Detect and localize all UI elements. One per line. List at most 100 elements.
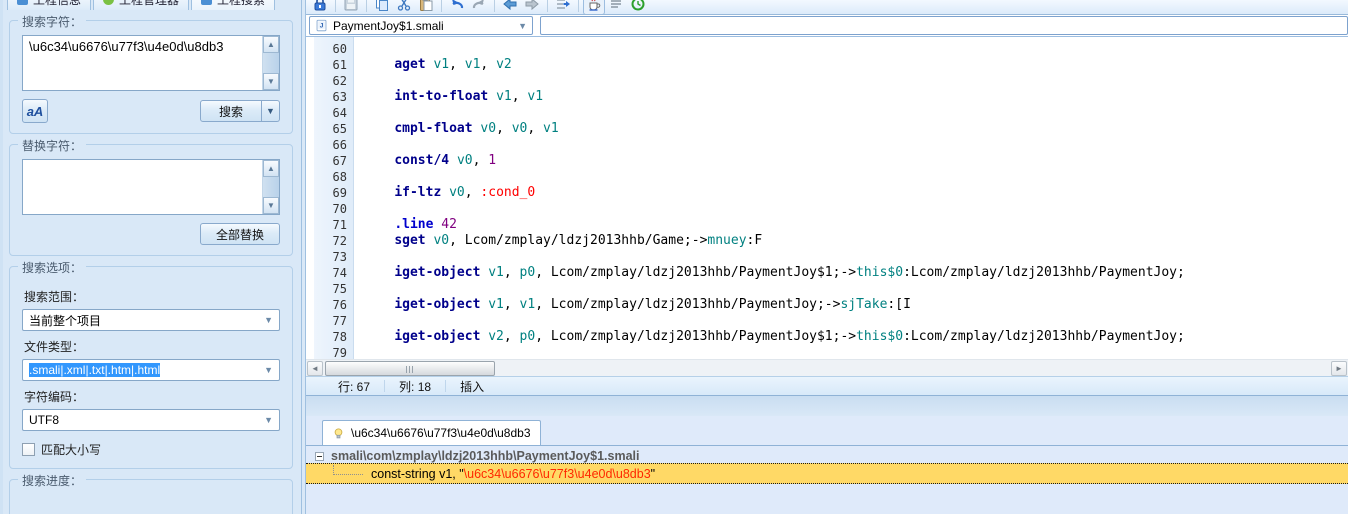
open-file-name: PaymentJoy$1.smali <box>333 18 444 33</box>
code-line[interactable]: 64 <box>306 105 1348 121</box>
replace-input-scrollbar[interactable] <box>262 160 279 214</box>
file-type-select[interactable]: .smali|.xml|.txt|.htm|.html <box>22 359 280 381</box>
code-line[interactable]: 66 <box>306 137 1348 153</box>
tab-project-search[interactable]: 工程搜索 <box>191 0 276 10</box>
paste-icon[interactable] <box>415 0 437 14</box>
replace-all-button[interactable]: 全部替换 <box>200 223 280 245</box>
status-column: 列: 18 <box>399 379 432 394</box>
match-case-checkbox[interactable] <box>22 443 35 456</box>
scrollbar-track[interactable] <box>263 53 279 73</box>
toolbar-separator <box>494 0 495 12</box>
encoding-select[interactable]: UTF8 <box>22 409 280 431</box>
code-line[interactable]: 74 iget-object v1, p0, Lcom/zmplay/ldzj2… <box>306 265 1348 281</box>
undo-icon[interactable] <box>446 0 468 14</box>
code-line[interactable]: 70 <box>306 201 1348 217</box>
code-line[interactable]: 67 const/4 v0, 1 <box>306 153 1348 169</box>
redo-icon[interactable] <box>468 0 490 14</box>
line-number: 77 <box>332 314 347 328</box>
tab-label: 工程管理器 <box>119 0 179 8</box>
scroll-down-icon[interactable] <box>263 197 279 214</box>
code-line[interactable]: 77 <box>306 313 1348 329</box>
scroll-up-icon[interactable] <box>263 160 279 177</box>
project-search-sidebar: 工程信息 工程管理器 工程搜索 搜索字符： \u6c34\u6676\u77f3… <box>0 0 302 514</box>
line-number: 76 <box>332 298 347 312</box>
code-line[interactable]: 79 <box>306 345 1348 359</box>
back-icon[interactable] <box>499 0 521 14</box>
code-line[interactable]: 60 <box>306 41 1348 57</box>
open-file-combo[interactable]: J PaymentJoy$1.smali <box>309 16 533 35</box>
results-splitter[interactable] <box>306 395 1348 416</box>
line-number: 61 <box>332 58 347 72</box>
code-line[interactable]: 75 <box>306 281 1348 297</box>
editor-panel: J PaymentJoy$1.smali 6061 aget v1, v1, v… <box>305 0 1348 514</box>
code-text: if-ltz v0, :cond_0 <box>394 185 536 200</box>
code-text: const/4 v0, 1 <box>394 153 497 168</box>
collapse-icon[interactable] <box>315 451 324 461</box>
scroll-left-icon[interactable] <box>307 361 323 376</box>
code-line[interactable]: 76 iget-object v1, v1, Lcom/zmplay/ldzj2… <box>306 297 1348 313</box>
search-progress-group: 搜索进度： <box>9 472 293 514</box>
match-prefix: const-string v1, " <box>371 466 464 481</box>
status-line: 行: 67 <box>338 379 371 394</box>
history-icon[interactable] <box>627 0 649 14</box>
search-dropdown-button[interactable] <box>262 100 280 122</box>
copy-icon[interactable] <box>371 0 393 14</box>
scrollbar-track[interactable] <box>263 177 279 197</box>
search-input[interactable]: \u6c34\u6676\u77f3\u4e0d\u8db3 <box>22 35 280 91</box>
line-number: 62 <box>332 74 347 88</box>
search-scope-select[interactable]: 当前整个项目 <box>22 309 280 331</box>
code-line[interactable]: 73 <box>306 249 1348 265</box>
font-button[interactable]: aA <box>22 99 48 123</box>
match-case-label: 匹配大小写 <box>41 443 102 457</box>
code-line[interactable]: 62 <box>306 73 1348 89</box>
align-icon[interactable] <box>605 0 627 14</box>
lock-icon[interactable] <box>309 0 331 14</box>
chevron-down-icon <box>264 365 273 375</box>
tab-project-manager[interactable]: 工程管理器 <box>93 0 190 10</box>
result-file-node[interactable]: smali\com\zmplay\ldzj2013hhb\PaymentJoy$… <box>315 449 639 463</box>
search-button[interactable]: 搜索 <box>200 100 262 122</box>
code-text: int-to-float v1, v1 <box>394 89 544 104</box>
apk-ide-window: 工程信息 工程管理器 工程搜索 搜索字符： \u6c34\u6676\u77f3… <box>0 0 1348 514</box>
line-number: 60 <box>332 42 347 56</box>
code-line[interactable]: 63 int-to-float v1, v1 <box>306 89 1348 105</box>
result-file-path: smali\com\zmplay\ldzj2013hhb\PaymentJoy$… <box>331 449 640 463</box>
forward-icon[interactable] <box>521 0 543 14</box>
svg-text:J: J <box>320 23 324 30</box>
line-number: 66 <box>332 138 347 152</box>
java-icon[interactable] <box>583 0 605 14</box>
code-text: iget-object v2, p0, Lcom/zmplay/ldzj2013… <box>394 329 1185 344</box>
code-text: .line 42 <box>394 217 457 232</box>
search-results-tab[interactable]: \u6c34\u6676\u77f3\u4e0d\u8db3 <box>322 420 541 445</box>
method-list-combo[interactable] <box>540 16 1348 35</box>
replace-string-group-title: 替换字符： <box>18 137 87 154</box>
search-input-value: \u6c34\u6676\u77f3\u4e0d\u8db3 <box>29 39 224 54</box>
code-line[interactable]: 72 sget v0, Lcom/zmplay/ldzj2013hhb/Game… <box>306 233 1348 249</box>
status-insert-mode: 插入 <box>460 379 485 394</box>
goto-line-icon[interactable] <box>552 0 574 14</box>
code-line[interactable]: 65 cmpl-float v0, v0, v1 <box>306 121 1348 137</box>
encoding-label: 字符编码： <box>24 390 85 404</box>
scrollbar-thumb[interactable] <box>325 361 495 376</box>
horizontal-scrollbar[interactable] <box>306 359 1348 376</box>
code-editor[interactable]: 60 61 aget v1, v1, v2 62 63 int-to-float v1… <box>306 37 1348 359</box>
search-input-scrollbar[interactable] <box>262 36 279 90</box>
code-line[interactable]: 78 iget-object v2, p0, Lcom/zmplay/ldzj2… <box>306 329 1348 345</box>
cut-icon[interactable] <box>393 0 415 14</box>
code-line[interactable]: 61 aget v1, v1, v2 <box>306 57 1348 73</box>
scroll-down-icon[interactable] <box>263 73 279 90</box>
result-match-row[interactable]: const-string v1, " \u6c34\u6676\u77f3\u4e… <box>306 463 1348 484</box>
scroll-right-icon[interactable] <box>1331 361 1347 376</box>
encoding-value: UTF8 <box>29 413 59 427</box>
replace-input[interactable] <box>22 159 280 215</box>
code-line[interactable]: 69 if-ltz v0, :cond_0 <box>306 185 1348 201</box>
code-line[interactable]: 68 <box>306 169 1348 185</box>
code-line[interactable]: 71 .line 42 <box>306 217 1348 233</box>
scroll-up-icon[interactable] <box>263 36 279 53</box>
line-number: 69 <box>332 186 347 200</box>
line-number: 72 <box>332 234 347 248</box>
tab-project-info[interactable]: 工程信息 <box>7 0 92 10</box>
save-icon[interactable] <box>340 0 362 14</box>
